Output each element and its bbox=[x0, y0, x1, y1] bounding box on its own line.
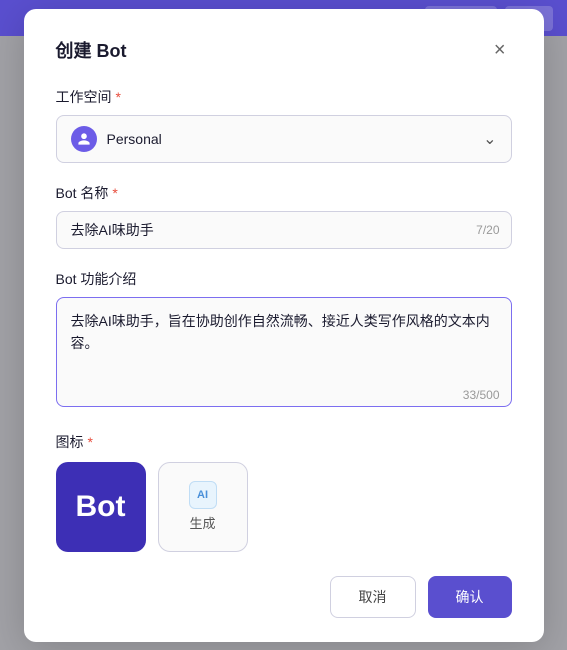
bot-icon-text: Bot bbox=[76, 490, 126, 524]
bot-desc-textarea[interactable]: 去除AI味助手，旨在协助创作自然流畅、接近人类写作风格的文本内容。 bbox=[56, 297, 512, 407]
bot-name-input[interactable] bbox=[56, 211, 512, 249]
close-button[interactable]: × bbox=[488, 38, 512, 62]
generate-icon-button[interactable]: AI 生成 bbox=[158, 462, 248, 552]
bot-desc-group: Bot 功能介绍 去除AI味助手，旨在协助创作自然流畅、接近人类写作风格的文本内… bbox=[56, 269, 512, 412]
icon-label: 图标* bbox=[56, 432, 512, 452]
bot-name-input-wrapper: 7/20 bbox=[56, 211, 512, 249]
person-icon bbox=[77, 132, 91, 146]
workspace-required: * bbox=[116, 89, 121, 105]
bot-name-group: Bot 名称* 7/20 bbox=[56, 183, 512, 249]
workspace-group: 工作空间* Personal ⌄ bbox=[56, 87, 512, 163]
bot-desc-char-count: 33/500 bbox=[463, 388, 500, 402]
modal-footer: 取消 确认 bbox=[56, 576, 512, 618]
icon-section: 图标* Bot AI 生成 bbox=[56, 432, 512, 552]
workspace-value: Personal bbox=[107, 131, 484, 147]
cancel-button[interactable]: 取消 bbox=[330, 576, 416, 618]
bot-name-label: Bot 名称* bbox=[56, 183, 512, 203]
create-bot-modal: 创建 Bot × 工作空间* Personal ⌄ Bot 名称* 7 bbox=[24, 9, 544, 642]
workspace-label: 工作空间* bbox=[56, 87, 512, 107]
confirm-button[interactable]: 确认 bbox=[428, 576, 512, 618]
modal-header: 创建 Bot × bbox=[56, 37, 512, 63]
bot-icon-selected[interactable]: Bot bbox=[56, 462, 146, 552]
generate-label: 生成 bbox=[189, 513, 215, 532]
ai-icon: AI bbox=[189, 481, 217, 509]
bot-name-required: * bbox=[112, 185, 117, 201]
bot-desc-label: Bot 功能介绍 bbox=[56, 269, 512, 289]
icon-options: Bot AI 生成 bbox=[56, 462, 512, 552]
chevron-down-icon: ⌄ bbox=[483, 129, 496, 149]
modal-title: 创建 Bot bbox=[56, 37, 127, 63]
bot-name-char-count: 7/20 bbox=[476, 223, 499, 237]
workspace-icon bbox=[71, 126, 97, 152]
bot-desc-textarea-wrapper: 去除AI味助手，旨在协助创作自然流畅、接近人类写作风格的文本内容。 33/500 bbox=[56, 297, 512, 412]
icon-required: * bbox=[88, 434, 93, 450]
modal-overlay: 下载应用 登录 创建 Bot × 工作空间* Personal ⌄ Bot 名 bbox=[0, 0, 567, 650]
workspace-select[interactable]: Personal ⌄ bbox=[56, 115, 512, 163]
